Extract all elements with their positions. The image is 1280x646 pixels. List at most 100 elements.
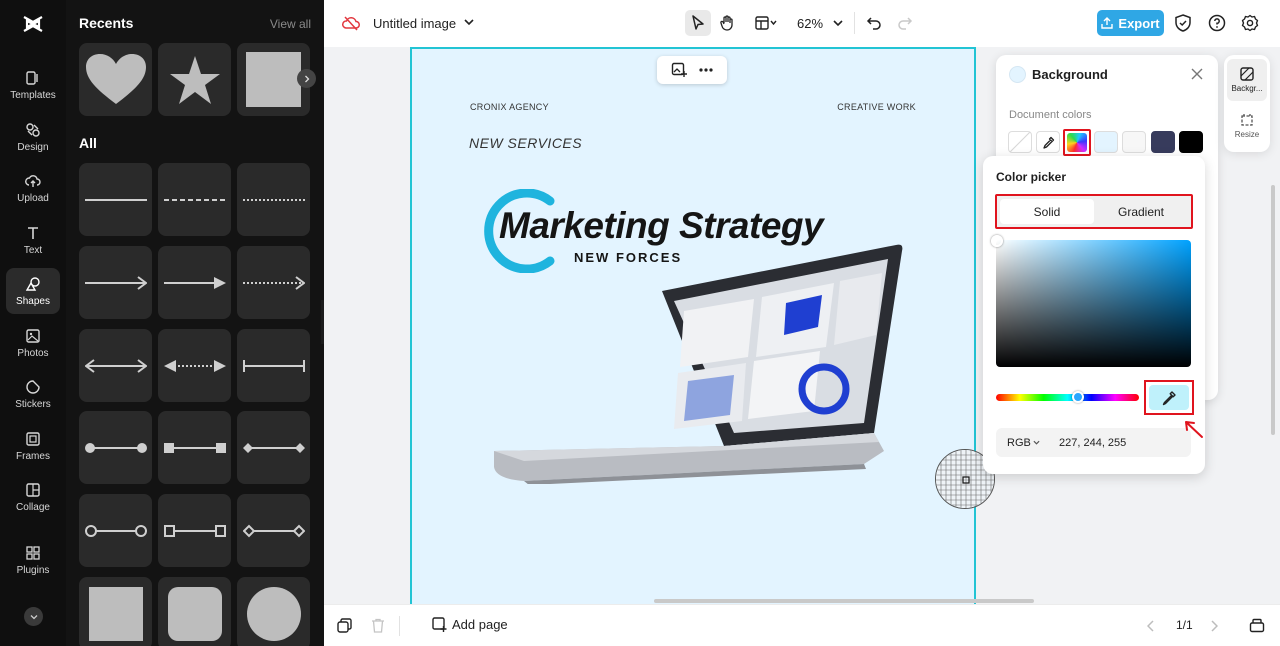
vertical-scrollbar[interactable]: [1271, 185, 1275, 435]
shape-line-dots[interactable]: [79, 411, 152, 484]
top-bar: Untitled image 62% Export: [324, 0, 1280, 47]
add-page-button[interactable]: Add page: [432, 617, 508, 632]
more-icon[interactable]: [698, 67, 714, 73]
view-all-link[interactable]: View all: [270, 17, 311, 31]
plugins-icon: [26, 545, 40, 560]
shape-line-dashed[interactable]: [158, 163, 231, 236]
tab-solid[interactable]: Solid: [1000, 199, 1094, 224]
rail-item-design[interactable]: Design: [6, 114, 60, 160]
shape-square-2[interactable]: [79, 577, 152, 646]
undo-icon[interactable]: [866, 15, 882, 31]
rail-label: Frames: [16, 450, 50, 462]
chevron-right-icon: [304, 75, 309, 82]
tab-background-label: Backgr...: [1231, 84, 1263, 93]
tab-background[interactable]: Backgr...: [1227, 59, 1267, 101]
chevron-right-icon[interactable]: [1210, 620, 1218, 632]
shape-line-squares-outline[interactable]: [158, 494, 231, 567]
rail-item-upload[interactable]: Upload: [6, 165, 60, 211]
duplicate-page-icon[interactable]: [337, 618, 352, 633]
close-icon[interactable]: [1191, 68, 1203, 80]
services-text[interactable]: NEW SERVICES: [469, 135, 582, 151]
rail-item-shapes[interactable]: Shapes: [6, 268, 60, 314]
upload-icon: [25, 174, 41, 187]
background-icon: [1240, 67, 1254, 81]
add-image-icon[interactable]: [671, 62, 687, 78]
gear-icon[interactable]: [1241, 14, 1259, 32]
laptop-image[interactable]: [484, 239, 904, 484]
shape-dimension-line[interactable]: [237, 329, 310, 402]
hand-tool[interactable]: [714, 10, 740, 36]
shield-icon[interactable]: [1175, 14, 1191, 32]
trash-icon[interactable]: [371, 618, 385, 633]
saturation-knob[interactable]: [991, 235, 1003, 247]
rgb-value-input[interactable]: 227, 244, 255: [1059, 437, 1126, 449]
rail-item-templates[interactable]: Templates: [6, 62, 60, 108]
rail-item-collage[interactable]: Collage: [6, 474, 60, 520]
templates-icon: [26, 70, 38, 85]
shape-line-squares[interactable]: [158, 411, 231, 484]
shape-circle[interactable]: [237, 577, 310, 646]
shape-arrow-dotted[interactable]: [237, 246, 310, 319]
shape-arrow-line[interactable]: [79, 246, 152, 319]
canvas-page[interactable]: CRONIX AGENCY CREATIVE WORK NEW SERVICES…: [410, 47, 976, 604]
eyedropper-button[interactable]: [1144, 380, 1194, 415]
shape-double-arrow[interactable]: [79, 329, 152, 402]
tab-resize[interactable]: Resize: [1227, 105, 1267, 147]
saturation-value-area[interactable]: [991, 235, 1191, 367]
rail-item-photos[interactable]: Photos: [6, 320, 60, 366]
creative-text[interactable]: CREATIVE WORK: [837, 102, 916, 112]
shape-rounded-square[interactable]: [158, 577, 231, 646]
shape-arrow-filled[interactable]: [158, 246, 231, 319]
agency-text[interactable]: CRONIX AGENCY: [470, 102, 549, 112]
export-button[interactable]: Export: [1097, 10, 1164, 36]
redo-icon[interactable]: [897, 15, 913, 31]
line-dashed-icon: [163, 198, 226, 201]
swatch-off-white[interactable]: [1122, 131, 1146, 153]
shape-line-diamonds-outline[interactable]: [237, 494, 310, 567]
toolbar-divider: [854, 12, 855, 34]
layout-icon: [755, 16, 777, 30]
rail-item-frames[interactable]: Frames: [6, 423, 60, 469]
color-mode-select[interactable]: RGB: [1007, 437, 1040, 449]
shape-heart[interactable]: [79, 43, 152, 116]
chevron-down-icon[interactable]: [464, 15, 474, 29]
rail-item-plugins[interactable]: Plugins: [6, 537, 60, 583]
collage-icon: [26, 482, 40, 497]
select-tool[interactable]: [685, 10, 711, 36]
hue-slider[interactable]: [996, 391, 1139, 403]
shape-line-diamonds[interactable]: [237, 411, 310, 484]
eyedropper-button-fill: [1149, 385, 1189, 410]
chevron-down-icon: [30, 614, 37, 619]
swatch-navy[interactable]: [1151, 131, 1175, 153]
chevron-down-icon[interactable]: [833, 18, 843, 28]
zoom-level[interactable]: 62%: [797, 16, 823, 31]
layout-menu[interactable]: [750, 10, 782, 36]
document-title[interactable]: Untitled image: [373, 16, 456, 31]
recents-next-button[interactable]: [297, 69, 316, 88]
shape-double-arrow-dotted[interactable]: [158, 329, 231, 402]
swatch-transparent[interactable]: [1008, 131, 1032, 153]
pages-panel-icon[interactable]: [1249, 617, 1265, 633]
chevron-left-icon[interactable]: [1147, 620, 1155, 632]
shape-line-circles-outline[interactable]: [79, 494, 152, 567]
rail-item-text[interactable]: Text: [6, 217, 60, 263]
help-icon[interactable]: [1208, 14, 1226, 32]
swatch-light-blue[interactable]: [1094, 131, 1118, 153]
all-title: All: [79, 135, 97, 151]
swatch-color-picker[interactable]: [1063, 129, 1091, 156]
square-icon: [246, 52, 301, 107]
swatch-black[interactable]: [1179, 131, 1203, 153]
rail-item-stickers[interactable]: Stickers: [6, 371, 60, 417]
double-arrow-dotted-icon: [163, 359, 226, 372]
cloud-sync-icon[interactable]: [342, 15, 360, 31]
shape-line-solid[interactable]: [79, 163, 152, 236]
tab-gradient[interactable]: Gradient: [1094, 199, 1188, 224]
shapes-panel: Recents View all All: [66, 0, 324, 646]
shape-line-dotted[interactable]: [237, 163, 310, 236]
shape-star[interactable]: [158, 43, 231, 116]
horizontal-scrollbar[interactable]: [654, 599, 1034, 603]
hue-knob[interactable]: [1072, 391, 1084, 403]
swatch-eyedropper[interactable]: [1036, 131, 1060, 153]
line-diamonds-icon: [242, 442, 305, 453]
expand-button[interactable]: [24, 607, 43, 626]
